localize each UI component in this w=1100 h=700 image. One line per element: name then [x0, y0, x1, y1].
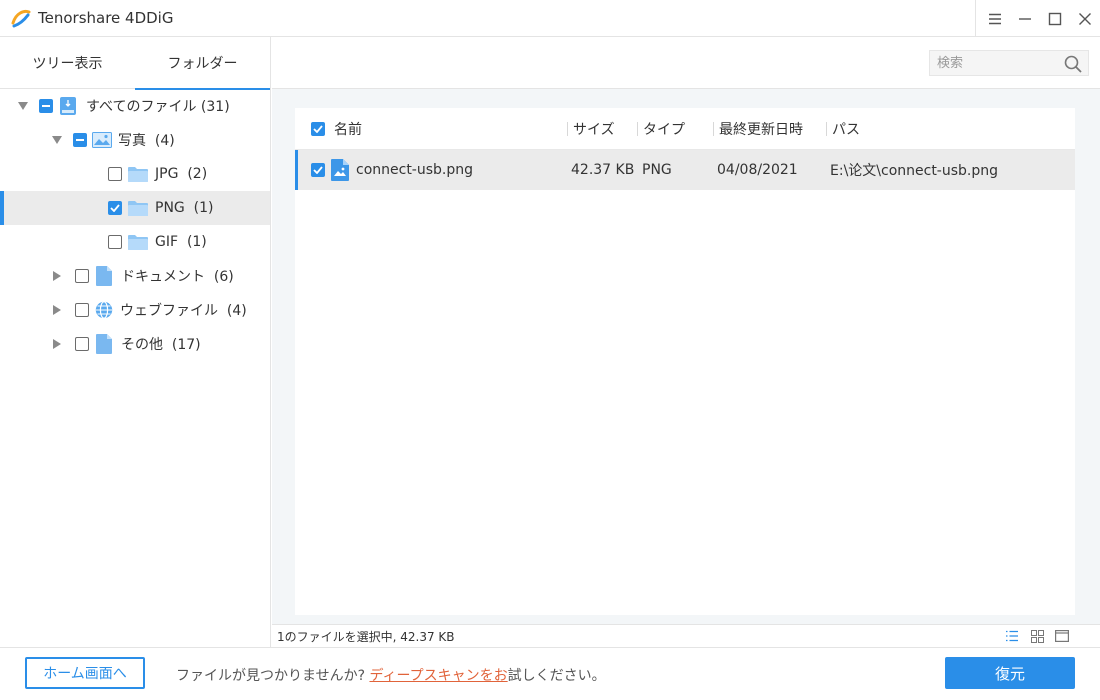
drive-icon [58, 96, 78, 116]
column-divider[interactable] [637, 122, 638, 136]
tree-checkbox-photos[interactable] [73, 133, 87, 147]
search-box [929, 50, 1089, 76]
recover-button[interactable]: 復元 [945, 657, 1075, 689]
tree-checkbox-documents[interactable] [75, 269, 89, 283]
column-divider[interactable] [826, 122, 827, 136]
expand-arrow-icon[interactable] [51, 270, 63, 282]
column-header-path[interactable]: パス [832, 108, 860, 150]
tree-checkbox-gif[interactable] [108, 235, 122, 249]
folder-icon [128, 198, 148, 218]
title-bar: Tenorshare 4DDiG [0, 0, 1100, 37]
tree-item-photos[interactable]: 写真 (4) [0, 123, 270, 157]
tree-checkbox-all-files[interactable] [39, 99, 53, 113]
column-header-name[interactable]: 名前 [334, 108, 362, 150]
deep-scan-link[interactable]: ディープスキャンをお [369, 668, 507, 684]
hint-question: ファイルが見つかりませんか? [176, 668, 366, 684]
tree-checkbox-other[interactable] [75, 337, 89, 351]
grid-view-icon[interactable] [1029, 628, 1045, 644]
table-row[interactable]: connect-usb.png 42.37 KB PNG 04/08/2021 … [295, 150, 1075, 190]
tree-item-jpg[interactable]: JPG (2) [0, 157, 270, 191]
sidebar-tabs: ツリー表示 フォルダー [0, 37, 270, 90]
maximize-icon[interactable] [1040, 0, 1070, 37]
tree-item-gif[interactable]: GIF (1) [0, 225, 270, 259]
preview-view-icon[interactable] [1054, 628, 1070, 644]
window-controls [975, 0, 1100, 37]
collapse-arrow-icon[interactable] [17, 100, 29, 112]
tree-checkbox-png[interactable] [108, 201, 122, 215]
row-checkbox[interactable] [311, 163, 325, 177]
tree-item-label: PNG (1) [155, 200, 214, 216]
menu-icon[interactable] [980, 0, 1010, 37]
column-divider[interactable] [567, 122, 568, 136]
select-all-checkbox[interactable] [311, 122, 325, 136]
status-bar: 1のファイルを選択中, 42.37 KB [272, 624, 1100, 647]
divider [975, 0, 976, 37]
tree-item-documents[interactable]: ドキュメント (6) [0, 259, 270, 293]
tree-item-label: 写真 (4) [118, 133, 175, 149]
file-name: connect-usb.png [356, 162, 474, 178]
document-icon [94, 266, 114, 286]
tree-item-label: GIF (1) [155, 234, 207, 250]
view-toggle [1004, 628, 1070, 644]
search-bar [272, 37, 1100, 89]
globe-icon [94, 300, 114, 320]
hint-text: ファイルが見つかりませんか? ディープスキャンをお試しください。 [176, 665, 606, 685]
tree-item-label: ウェブファイル (4) [120, 303, 247, 319]
home-button[interactable]: ホーム画面へ [25, 657, 145, 689]
folder-icon [128, 164, 148, 184]
folder-icon [128, 232, 148, 252]
column-header-type[interactable]: タイプ [643, 108, 685, 150]
column-header-size[interactable]: サイズ [573, 108, 615, 150]
tree-item-label: すべてのファイル (31) [86, 99, 230, 115]
document-icon [94, 334, 114, 354]
image-icon [92, 130, 112, 150]
selection-status: 1のファイルを選択中, 42.37 KB [277, 629, 455, 644]
tab-folder[interactable]: フォルダー [135, 37, 270, 90]
tree-item-label: ドキュメント (6) [121, 269, 234, 285]
tree-checkbox-web-files[interactable] [75, 303, 89, 317]
sidebar: ツリー表示 フォルダー すべてのファイル (31) 写真 (4) JPG (2)… [0, 37, 271, 647]
tree-item-label: JPG (2) [155, 166, 208, 182]
main-panel: 名前 サイズ タイプ 最終更新日時 パス connect-usb.png 42.… [272, 37, 1100, 647]
hint-suffix: 試しください。 [507, 668, 606, 684]
search-icon[interactable] [1062, 53, 1084, 75]
expand-arrow-icon[interactable] [51, 304, 63, 316]
file-list: 名前 サイズ タイプ 最終更新日時 パス connect-usb.png 42.… [295, 108, 1075, 615]
file-size: 42.37 KB [571, 162, 635, 178]
file-path: E:\论文\connect-usb.png [830, 163, 999, 179]
tree-item-png[interactable]: PNG (1) [0, 191, 270, 225]
collapse-arrow-icon[interactable] [51, 134, 63, 146]
list-view-icon[interactable] [1004, 628, 1020, 644]
file-list-header: 名前 サイズ タイプ 最終更新日時 パス [295, 108, 1075, 150]
app-title: Tenorshare 4DDiG [38, 9, 174, 27]
footer: ホーム画面へ ファイルが見つかりませんか? ディープスキャンをお試しください。 … [0, 647, 1100, 700]
tree-checkbox-jpg[interactable] [108, 167, 122, 181]
tree-item-all-files[interactable]: すべてのファイル (31) [0, 89, 270, 123]
column-divider[interactable] [713, 122, 714, 136]
app-logo-icon [10, 7, 32, 29]
column-header-modified[interactable]: 最終更新日時 [719, 108, 803, 150]
expand-arrow-icon[interactable] [51, 338, 63, 350]
image-file-icon [331, 159, 349, 181]
search-input[interactable] [930, 51, 1060, 75]
tab-tree-view[interactable]: ツリー表示 [0, 37, 135, 89]
file-type: PNG [642, 162, 672, 178]
tree-item-other[interactable]: その他 (17) [0, 327, 270, 361]
tree-item-label: その他 (17) [121, 337, 201, 353]
close-icon[interactable] [1070, 0, 1100, 37]
tree-item-web-files[interactable]: ウェブファイル (4) [0, 293, 270, 327]
file-modified: 04/08/2021 [717, 162, 798, 178]
minimize-icon[interactable] [1010, 0, 1040, 37]
